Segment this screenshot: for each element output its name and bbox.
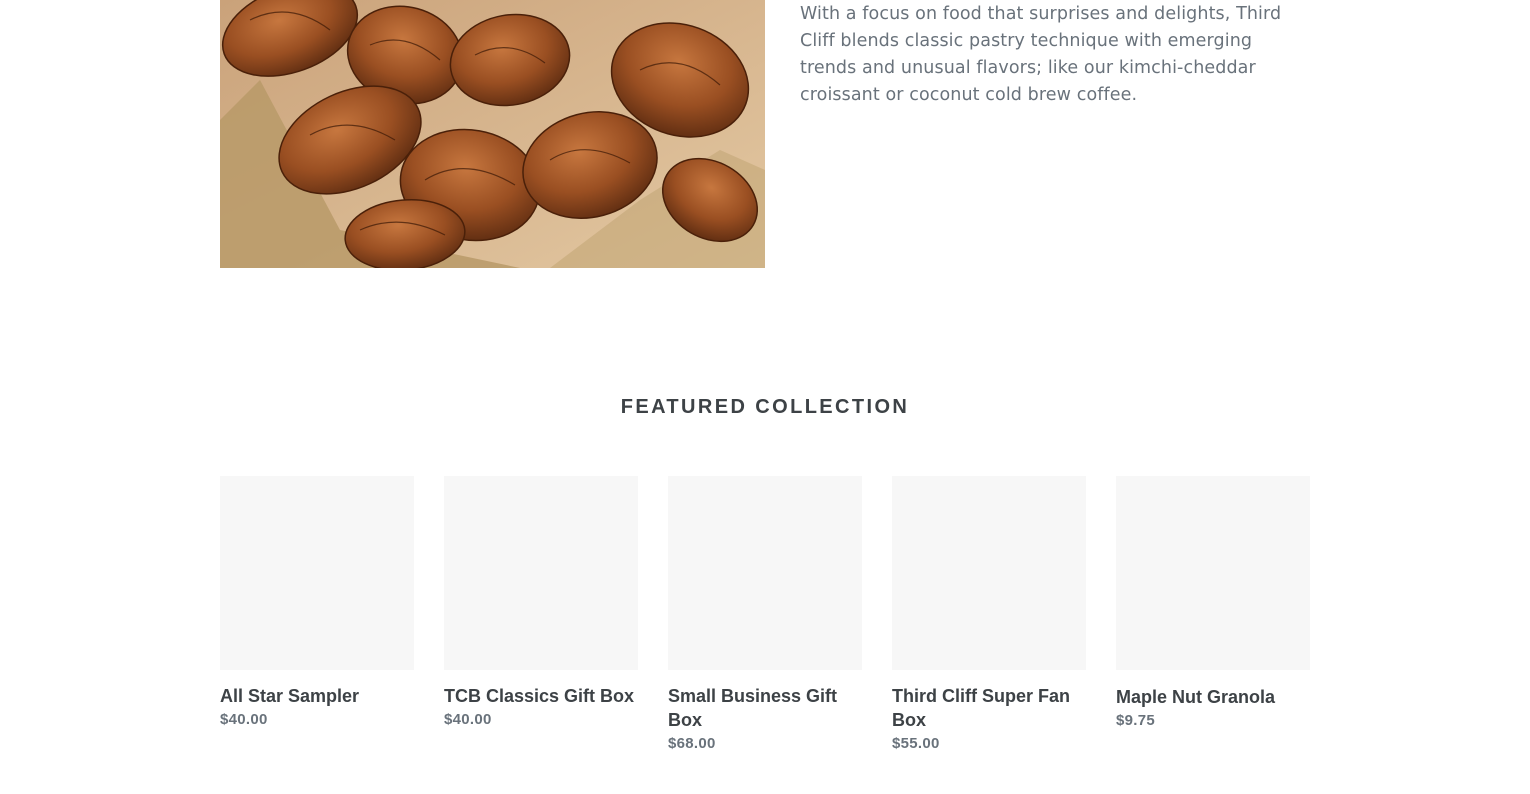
about-text: With a focus on food that surprises and …: [800, 4, 1282, 105]
product-image-placeholder[interactable]: [892, 476, 1086, 670]
product-price: $9.75: [1116, 712, 1156, 729]
product-card[interactable]: Small Business Gift Box $68.00: [668, 476, 862, 755]
product-title[interactable]: Small Business Gift Box: [668, 684, 862, 732]
product-price: $55.00: [892, 735, 940, 752]
croissants-image: [220, 0, 765, 268]
product-grid: All Star Sampler $40.00 TCB Classics Gif…: [220, 476, 1310, 755]
product-image-placeholder[interactable]: [444, 476, 638, 670]
product-card[interactable]: All Star Sampler $40.00: [220, 476, 414, 755]
product-title[interactable]: Third Cliff Super Fan Box: [892, 684, 1086, 732]
product-card[interactable]: TCB Classics Gift Box $40.00: [444, 476, 638, 755]
product-price: $40.00: [444, 711, 492, 728]
product-image-placeholder[interactable]: [220, 476, 414, 670]
product-image-placeholder[interactable]: [668, 476, 862, 670]
featured-collection-title: FEATURED COLLECTION: [620, 396, 910, 418]
product-title[interactable]: TCB Classics Gift Box: [444, 684, 638, 708]
product-card[interactable]: Maple Nut Granola $9.75: [1116, 476, 1310, 755]
product-price: $68.00: [668, 735, 716, 752]
product-title[interactable]: Maple Nut Granola: [1116, 685, 1310, 709]
product-image-placeholder[interactable]: [1116, 476, 1310, 670]
product-title[interactable]: All Star Sampler: [220, 684, 414, 708]
product-price: $40.00: [220, 711, 268, 728]
product-card[interactable]: Third Cliff Super Fan Box $55.00: [892, 476, 1086, 755]
